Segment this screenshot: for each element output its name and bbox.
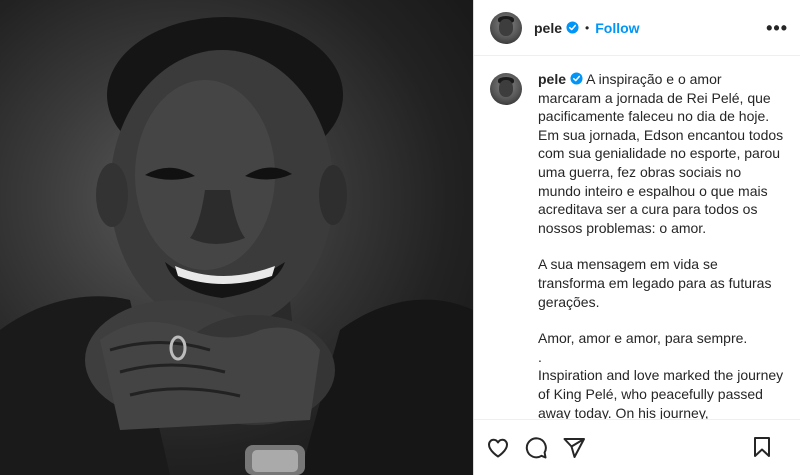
- share-icon[interactable]: [562, 436, 586, 460]
- caption-paragraph-5: Inspiration and love marked the journey …: [538, 367, 788, 419]
- caption-paragraph-2: A sua mensagem em vida se transforma em …: [538, 256, 776, 310]
- portrait-illustration: [0, 17, 473, 475]
- post-photo[interactable]: [0, 0, 473, 475]
- caption: pele A inspiração e o amor marcaram a jo…: [474, 56, 800, 419]
- avatar[interactable]: [490, 11, 522, 44]
- caption-text-1: A inspiração e o amor marcaram a jornada…: [538, 71, 788, 236]
- verified-badge-icon: [570, 72, 583, 85]
- caption-paragraph-1: pele A inspiração e o amor marcaram a jo…: [538, 70, 784, 237]
- more-options-icon[interactable]: •••: [766, 18, 788, 39]
- caption-body: pele A inspiração e o amor marcaram a jo…: [538, 70, 784, 419]
- caption-paragraph-3: Amor, amor e amor, para sempre.: [538, 330, 748, 347]
- caption-paragraph-4: .: [538, 348, 542, 365]
- header-username[interactable]: pele: [534, 20, 562, 36]
- verified-badge-icon: [566, 21, 579, 34]
- heart-icon[interactable]: [486, 436, 510, 460]
- instagram-post: pele • Follow ••• pele A inspiração e o …: [0, 0, 800, 475]
- caption-avatar[interactable]: [490, 73, 522, 105]
- comment-icon[interactable]: [524, 436, 548, 460]
- post-header: pele • Follow •••: [474, 0, 800, 56]
- separator-dot: •: [585, 20, 590, 35]
- post-side-panel: pele • Follow ••• pele A inspiração e o …: [473, 0, 800, 475]
- bookmark-icon[interactable]: [750, 435, 774, 459]
- action-bar: [474, 419, 800, 475]
- follow-button[interactable]: Follow: [595, 20, 639, 36]
- caption-username[interactable]: pele: [538, 71, 566, 87]
